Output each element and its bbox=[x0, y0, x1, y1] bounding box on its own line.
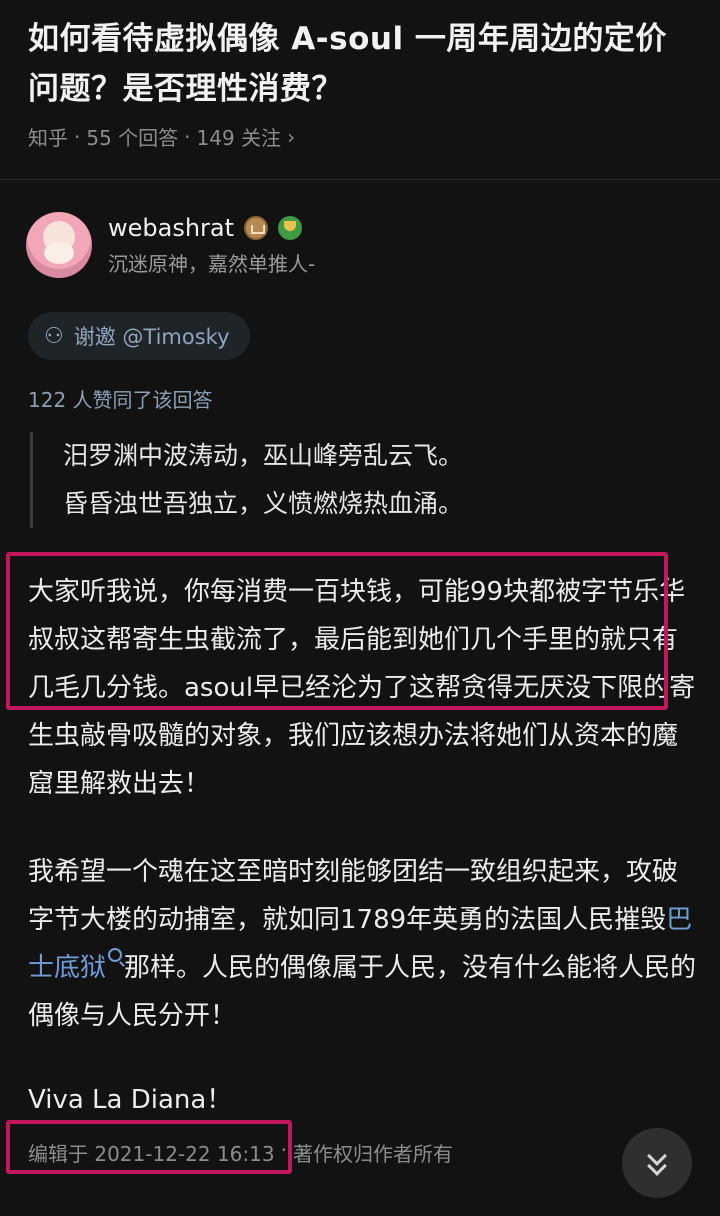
invite-label: 谢邀 @Timosky bbox=[73, 325, 230, 349]
invite-chip[interactable]: ⚇ 谢邀 @Timosky bbox=[28, 312, 250, 360]
question-title[interactable]: 如何看待虚拟偶像 A-soul 一周年周边的定价 问题？是否理性消费？ bbox=[28, 14, 696, 114]
author-name-row: webashrat bbox=[108, 214, 315, 242]
question-meta[interactable]: 知乎 · 55 个回答 · 149 关注 › bbox=[28, 122, 696, 151]
edit-time: 编辑于 2021-12-22 16:13 bbox=[28, 1142, 275, 1166]
chevron-right-icon: › bbox=[287, 124, 296, 149]
search-icon[interactable] bbox=[108, 948, 123, 962]
double-chevron-down-icon bbox=[647, 1146, 667, 1176]
quote-line: 昏昏浊世吾独立，义愤燃烧热血涌。 bbox=[63, 489, 464, 518]
highlight-box bbox=[6, 552, 668, 710]
answer-count: 55 个回答 bbox=[86, 126, 179, 150]
question-title-line2: 问题？是否理性消费？ bbox=[28, 71, 343, 107]
quote-block: 汨罗渊中波涛动，巫山峰旁乱云飞。 昏昏浊世吾独立，义愤燃烧热血涌。 bbox=[30, 432, 463, 528]
avatar[interactable] bbox=[26, 212, 92, 278]
paragraph-text: 我希望一个魂在这至暗时刻能够团结一致组织起来，攻破字节大楼的动捕室，就如同178… bbox=[28, 857, 679, 935]
quote-line: 汨罗渊中波涛动，巫山峰旁乱云飞。 bbox=[63, 441, 464, 470]
answer-paragraph: Viva La Diana！ bbox=[28, 1085, 233, 1115]
likes-line: 122 人赞同了该回答 bbox=[28, 388, 213, 412]
scroll-down-button[interactable] bbox=[622, 1128, 692, 1198]
copyright-notice: 著作权归作者所有 bbox=[292, 1142, 453, 1166]
invite-icon: ⚇ bbox=[44, 323, 64, 349]
question-header: 如何看待虚拟偶像 A-soul 一周年周边的定价 问题？是否理性消费？ 知乎 ·… bbox=[0, 0, 720, 180]
author-block[interactable]: webashrat 沉迷原神，嘉然单推人- bbox=[26, 212, 315, 278]
footer-separator: · bbox=[280, 1138, 287, 1162]
follower-count: 149 关注 bbox=[196, 126, 282, 150]
meta-separator: · bbox=[74, 124, 81, 149]
paragraph-text: 那样。人民的偶像属于人民，没有什么能将人民的偶像与人民分开！ bbox=[28, 953, 697, 1031]
trophy-badge-icon[interactable] bbox=[278, 215, 303, 240]
author-bio: 沉迷原神，嘉然单推人- bbox=[108, 251, 316, 276]
author-info: webashrat 沉迷原神，嘉然单推人- bbox=[108, 214, 315, 277]
source-label: 知乎 bbox=[28, 126, 68, 150]
answer-paragraph: 我希望一个魂在这至暗时刻能够团结一致组织起来，攻破字节大楼的动捕室，就如同178… bbox=[28, 848, 698, 1040]
question-title-line1: 如何看待虚拟偶像 A-soul 一周年周边的定价 bbox=[28, 21, 667, 57]
meta-separator: · bbox=[184, 124, 191, 149]
crown-badge-icon[interactable] bbox=[244, 215, 269, 240]
answer-footer: 编辑于 2021-12-22 16:13 · 著作权归作者所有 bbox=[28, 1138, 453, 1167]
author-name[interactable]: webashrat bbox=[108, 214, 234, 242]
